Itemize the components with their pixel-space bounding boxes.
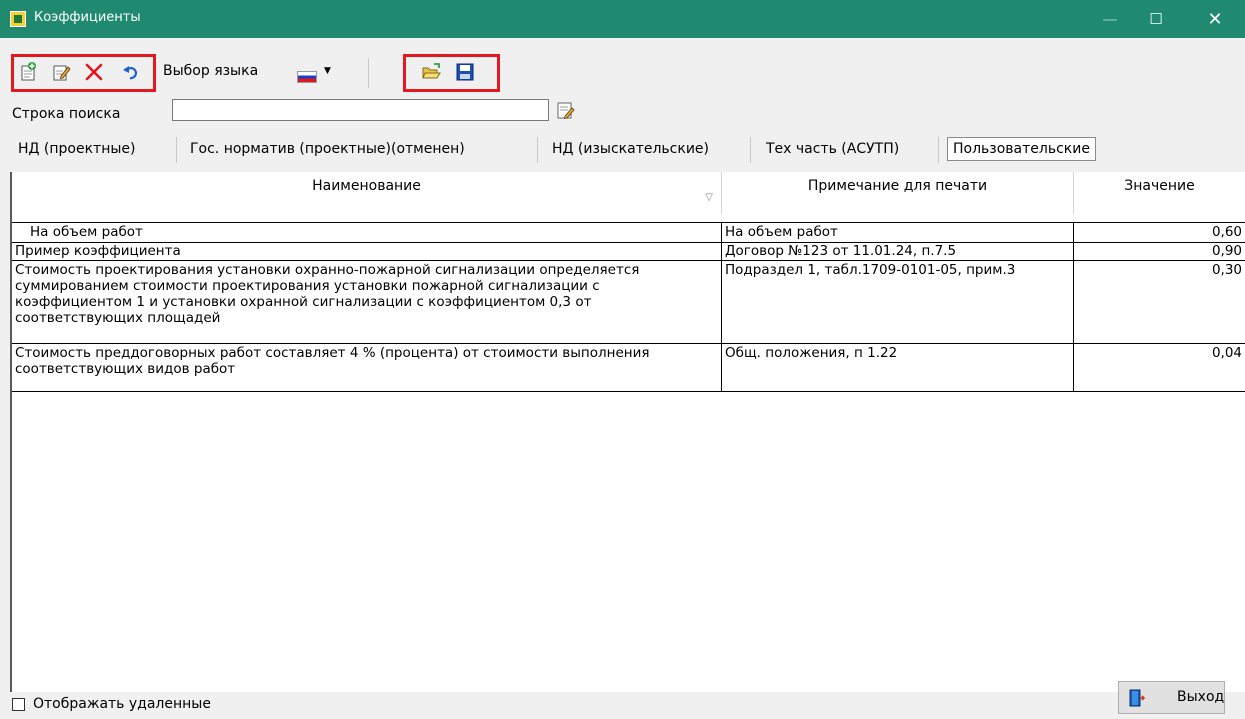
- table-row[interactable]: Стоимость проектирования установки охран…: [12, 261, 1245, 344]
- language-dropdown-arrow[interactable]: ▼: [324, 66, 331, 76]
- sort-icon: ▽: [705, 192, 713, 203]
- cell-note: На объем работ: [722, 223, 1074, 242]
- bottom-bar: Отображать удаленные Выход: [0, 681, 1245, 719]
- table-row[interactable]: Пример коэффициента Договор №123 от 11.0…: [12, 242, 1245, 261]
- open-folder-icon[interactable]: [421, 62, 441, 82]
- header-gap: [12, 214, 1245, 222]
- search-label: Строка поиска: [12, 106, 121, 122]
- tab-nd-survey[interactable]: НД (изыскательские): [552, 141, 709, 157]
- maximize-button[interactable]: ☐: [1133, 0, 1179, 38]
- column-header-note-label: Примечание для печати: [807, 178, 988, 194]
- cell-note: Договор №123 от 11.01.24, п.7.5: [722, 242, 1074, 260]
- cell-name: На объем работ: [12, 223, 722, 242]
- coefficients-table: Наименование ▽ Примечание для печати Зна…: [10, 172, 1245, 692]
- window-title: Коэффициенты: [34, 10, 141, 25]
- app-icon: [10, 11, 26, 27]
- undo-icon[interactable]: [121, 62, 141, 82]
- toolbar: Выбор языка ▼: [0, 54, 1245, 92]
- table-row[interactable]: Стоимость преддоговорных работ составляе…: [12, 344, 1245, 392]
- delete-icon[interactable]: [84, 62, 104, 82]
- search-go-icon[interactable]: [556, 101, 576, 121]
- show-deleted-checkbox[interactable]: [12, 698, 25, 711]
- tab-tech-asutp[interactable]: Тех часть (АСУТП): [766, 141, 899, 157]
- column-header-name[interactable]: Наименование ▽: [12, 172, 722, 214]
- tab-separator: [176, 137, 177, 163]
- cell-name: Стоимость преддоговорных работ составляе…: [12, 344, 722, 391]
- toolbar-separator: [368, 58, 369, 88]
- tab-user-defined[interactable]: Пользовательские: [947, 137, 1096, 161]
- minimize-button[interactable]: —: [1087, 0, 1133, 38]
- cell-value: 0,90: [1211, 243, 1242, 259]
- cell-value: 0,60: [1211, 224, 1242, 240]
- tab-gos-normativ[interactable]: Гос. норматив (проектные)(отменен): [190, 141, 465, 157]
- column-header-value-label: Значение: [1124, 178, 1195, 194]
- show-deleted-label[interactable]: Отображать удаленные: [33, 696, 211, 712]
- add-icon[interactable]: [18, 62, 38, 82]
- exit-label: Выход: [1177, 689, 1225, 705]
- exit-button[interactable]: Выход: [1118, 681, 1225, 714]
- cell-note: Подраздел 1, табл.1709-0101-05, прим.3: [722, 261, 1074, 343]
- tab-separator: [537, 137, 538, 163]
- close-button[interactable]: ✕: [1192, 0, 1238, 38]
- cell-value: 0,30: [1211, 262, 1242, 278]
- title-bar: Коэффициенты — ☐ ✕: [0, 0, 1245, 38]
- exit-door-icon: [1129, 689, 1146, 707]
- language-flag-icon[interactable]: [297, 71, 317, 83]
- cell-name: Стоимость проектирования установки охран…: [12, 261, 722, 343]
- column-header-note[interactable]: Примечание для печати: [722, 172, 1074, 214]
- edit-icon[interactable]: [51, 62, 71, 82]
- cell-value: 0,04: [1211, 345, 1242, 361]
- cell-note: Общ. положения, п 1.22: [722, 344, 1074, 391]
- save-icon[interactable]: [455, 62, 475, 82]
- column-header-name-label: Наименование: [312, 178, 421, 194]
- cell-name: Пример коэффициента: [12, 242, 722, 260]
- highlight-box-file-group: [403, 54, 500, 92]
- tab-nd-project[interactable]: НД (проектные): [18, 141, 136, 157]
- table-header: Наименование ▽ Примечание для печати Зна…: [12, 172, 1245, 215]
- tab-separator: [938, 137, 939, 163]
- tab-separator: [750, 137, 751, 163]
- table-row[interactable]: На объем работ На объем работ 0,60: [12, 222, 1245, 243]
- column-header-value[interactable]: Значение: [1074, 172, 1245, 214]
- category-tabs: НД (проектные) Гос. норматив (проектные)…: [0, 135, 1245, 165]
- search-input[interactable]: [172, 99, 549, 121]
- language-label: Выбор языка: [163, 63, 259, 79]
